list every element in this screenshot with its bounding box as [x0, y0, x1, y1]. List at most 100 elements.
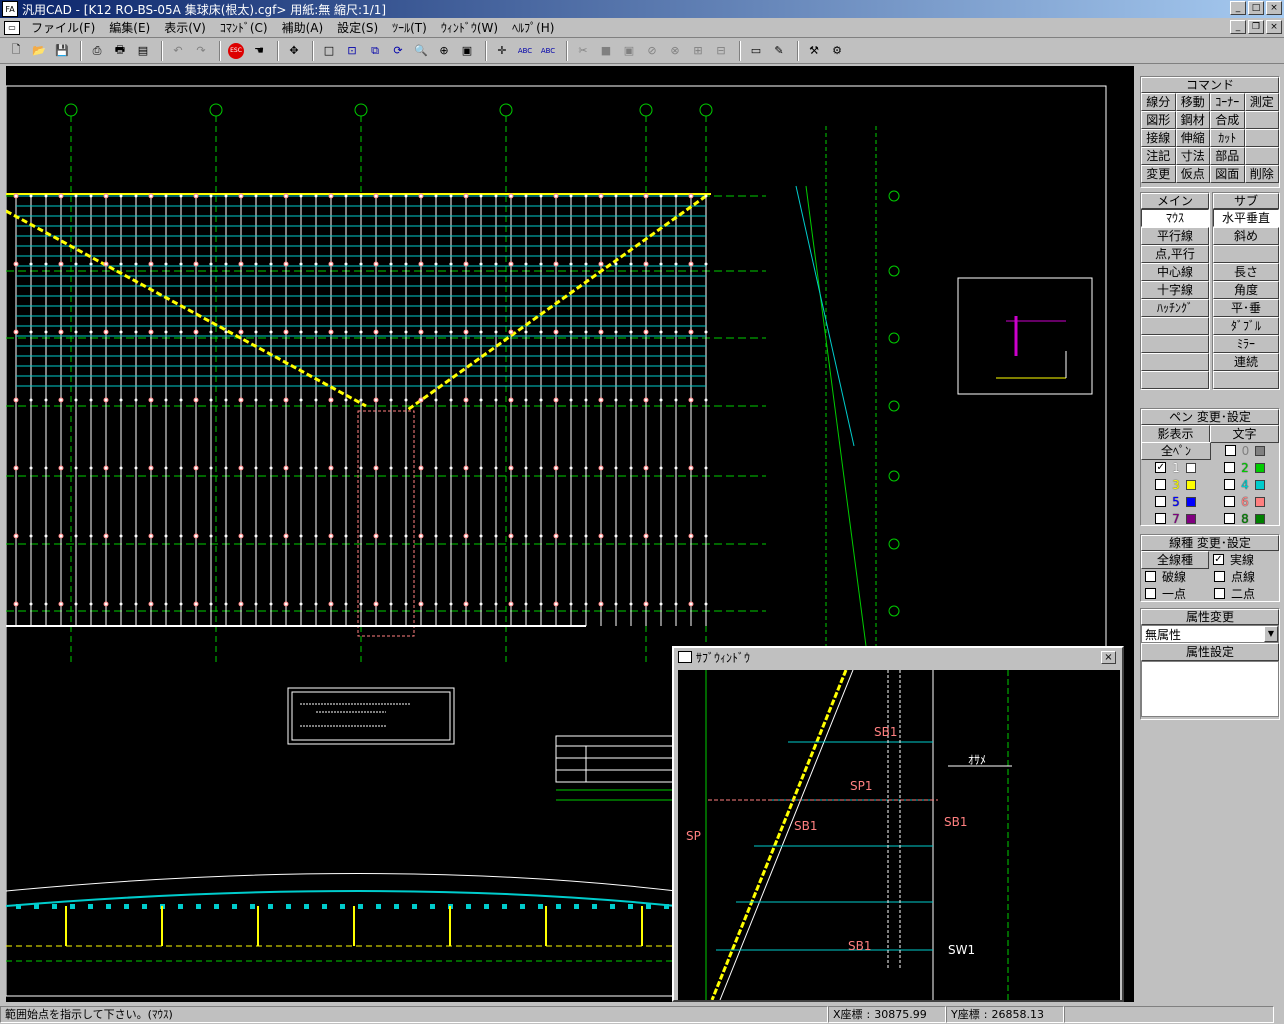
plotter-icon[interactable]: ▤	[133, 41, 153, 61]
linetype-dashdot-checkbox[interactable]	[1145, 588, 1156, 599]
tool-a-icon[interactable]: ⚒	[804, 41, 824, 61]
escape-icon[interactable]: ESC	[226, 41, 246, 61]
main-option-button[interactable]: ﾏｳｽ	[1141, 209, 1209, 227]
document-icon[interactable]: ▭	[4, 20, 20, 35]
command-button[interactable]: 合成	[1210, 111, 1245, 129]
maximize-button[interactable]: □	[1248, 1, 1264, 15]
command-button[interactable]: 仮点	[1175, 165, 1210, 183]
pen-checkbox[interactable]	[1224, 479, 1236, 490]
all-linetypes-button[interactable]: 全線種	[1141, 550, 1209, 569]
pen-checkbox[interactable]	[1224, 462, 1236, 473]
tool-b-icon[interactable]: ⚙	[827, 41, 847, 61]
pen-color-swatch[interactable]	[1254, 479, 1265, 490]
command-button[interactable]: 部品	[1210, 147, 1245, 165]
command-button[interactable]: 線分	[1141, 93, 1176, 111]
pick-icon[interactable]: ⊗	[665, 41, 685, 61]
pen-color-swatch[interactable]	[1185, 513, 1196, 524]
snap-icon[interactable]: ✂	[573, 41, 593, 61]
main-option-button[interactable]: ﾊｯﾁﾝｸﾞ	[1141, 299, 1209, 317]
main-option-button[interactable]: 十字線	[1141, 281, 1209, 299]
pen-checkbox[interactable]	[1155, 513, 1167, 524]
close-button[interactable]: ×	[1266, 1, 1282, 15]
main-option-button[interactable]: 中心線	[1141, 263, 1209, 281]
menu-help[interactable]: ﾍﾙﾌﾟ(H)	[505, 19, 561, 36]
all-pens-button[interactable]: 全ﾍﾟﾝ	[1141, 441, 1211, 460]
command-button[interactable]: 図面	[1210, 165, 1245, 183]
command-button[interactable]: 図形	[1141, 111, 1176, 129]
pen-color-swatch[interactable]	[1185, 479, 1196, 490]
menu-settings[interactable]: 設定(S)	[330, 19, 385, 36]
window-zoom-icon[interactable]: □	[319, 41, 339, 61]
sub-option-button[interactable]: 長さ	[1213, 263, 1279, 281]
grid-snap-icon[interactable]: ⊟	[711, 41, 731, 61]
sub-option-button[interactable]: 角度	[1213, 281, 1279, 299]
command-button[interactable]: ｺｰﾅｰ	[1210, 93, 1245, 111]
shadow-display-button[interactable]: 影表示	[1141, 424, 1210, 443]
redraw-icon[interactable]: ⟳	[388, 41, 408, 61]
command-button[interactable]: 変更	[1141, 165, 1176, 183]
menu-window[interactable]: ｳｨﾝﾄﾞｳ(W)	[434, 19, 505, 36]
menu-edit[interactable]: 編集(E)	[102, 19, 157, 36]
edit-icon[interactable]: ✎	[769, 41, 789, 61]
sub-window[interactable]: ｻﾌﾞｳｨﾝﾄﾞｳ × SB1 SP1 SB1 SB1 SP SB1 ｵｻﾒ S…	[672, 646, 1124, 1002]
linetype-dotted-checkbox[interactable]	[1214, 571, 1225, 582]
zoom-prev-icon[interactable]: ⧉	[365, 41, 385, 61]
menu-command[interactable]: ｺﾏﾝﾄﾞ(C)	[213, 19, 275, 36]
open-folder-icon[interactable]: 📂	[29, 41, 49, 61]
pen-0-checkbox[interactable]	[1224, 445, 1236, 456]
mdi-close-button[interactable]: ×	[1266, 20, 1282, 34]
attribute-select[interactable]: 無属性 ▼	[1141, 625, 1279, 643]
zoom-out-icon[interactable]: ⊕	[434, 41, 454, 61]
layer-off-icon[interactable]: ■	[596, 41, 616, 61]
command-button[interactable]: 削除	[1244, 165, 1279, 183]
pen-checkbox[interactable]	[1224, 496, 1236, 507]
command-button[interactable]: 注記	[1141, 147, 1176, 165]
attribute-setting-button[interactable]: 属性設定	[1141, 643, 1279, 661]
zoom-in-icon[interactable]: 🔍	[411, 41, 431, 61]
select-hand-icon[interactable]: ☚	[249, 41, 269, 61]
pen-checkbox[interactable]	[1155, 479, 1167, 490]
zoom-all-icon[interactable]: ▣	[457, 41, 477, 61]
sub-window-canvas[interactable]: SB1 SP1 SB1 SB1 SP SB1 ｵｻﾒ SW1	[678, 670, 1120, 1000]
grid-icon[interactable]: ⊞	[688, 41, 708, 61]
main-option-button[interactable]: 平行線	[1141, 227, 1209, 245]
command-button[interactable]: 移動	[1175, 93, 1210, 111]
linetype-dashdotdot-checkbox[interactable]	[1214, 588, 1225, 599]
mdi-minimize-button[interactable]: _	[1230, 20, 1246, 34]
print-preview-icon[interactable]: ⎙	[87, 41, 107, 61]
property-icon[interactable]: ▭	[746, 41, 766, 61]
new-file-icon[interactable]: 🗋	[6, 41, 26, 61]
command-button[interactable]: 鋼材	[1175, 111, 1210, 129]
menu-file[interactable]: ファイル(F)	[24, 19, 102, 36]
command-button[interactable]: ｶｯﾄ	[1210, 129, 1245, 147]
pen-color-swatch[interactable]	[1185, 462, 1196, 473]
pen-color-swatch[interactable]	[1185, 496, 1196, 507]
pen-checkbox[interactable]	[1155, 496, 1167, 507]
sub-option-button[interactable]: 連続	[1213, 353, 1279, 371]
main-option-button[interactable]: 点,平行	[1141, 245, 1209, 263]
command-button[interactable]: 伸縮	[1175, 129, 1210, 147]
abc-move-icon[interactable]: ABC	[515, 41, 535, 61]
minimize-button[interactable]: _	[1230, 1, 1246, 15]
print-icon[interactable]: 🖶	[110, 41, 130, 61]
linetype-solid-checkbox[interactable]: ✓	[1213, 554, 1224, 565]
menu-assist[interactable]: 補助(A)	[275, 19, 331, 36]
command-button[interactable]: 寸法	[1175, 147, 1210, 165]
undo-icon[interactable]: ↶	[168, 41, 188, 61]
measure-icon[interactable]: ⊘	[642, 41, 662, 61]
mdi-restore-button[interactable]: ❐	[1248, 20, 1264, 34]
redo-icon[interactable]: ↷	[191, 41, 211, 61]
sub-option-button[interactable]: 平･垂	[1213, 299, 1279, 317]
text-pen-button[interactable]: 文字	[1210, 424, 1279, 443]
menu-view[interactable]: 表示(V)	[157, 19, 213, 36]
pointer-icon[interactable]: ✛	[492, 41, 512, 61]
pen-color-swatch[interactable]	[1254, 496, 1265, 507]
command-button[interactable]: 測定	[1244, 93, 1279, 111]
sub-option-button[interactable]: 斜め	[1213, 227, 1279, 245]
zoom-extent-icon[interactable]: ⊡	[342, 41, 362, 61]
sub-window-close-button[interactable]: ×	[1101, 651, 1116, 664]
sub-option-button[interactable]: ﾀﾞﾌﾞﾙ	[1213, 317, 1279, 335]
command-button[interactable]: 接線	[1141, 129, 1176, 147]
pen-color-swatch[interactable]	[1254, 462, 1265, 473]
menu-tools[interactable]: ﾂｰﾙ(T)	[385, 19, 434, 36]
